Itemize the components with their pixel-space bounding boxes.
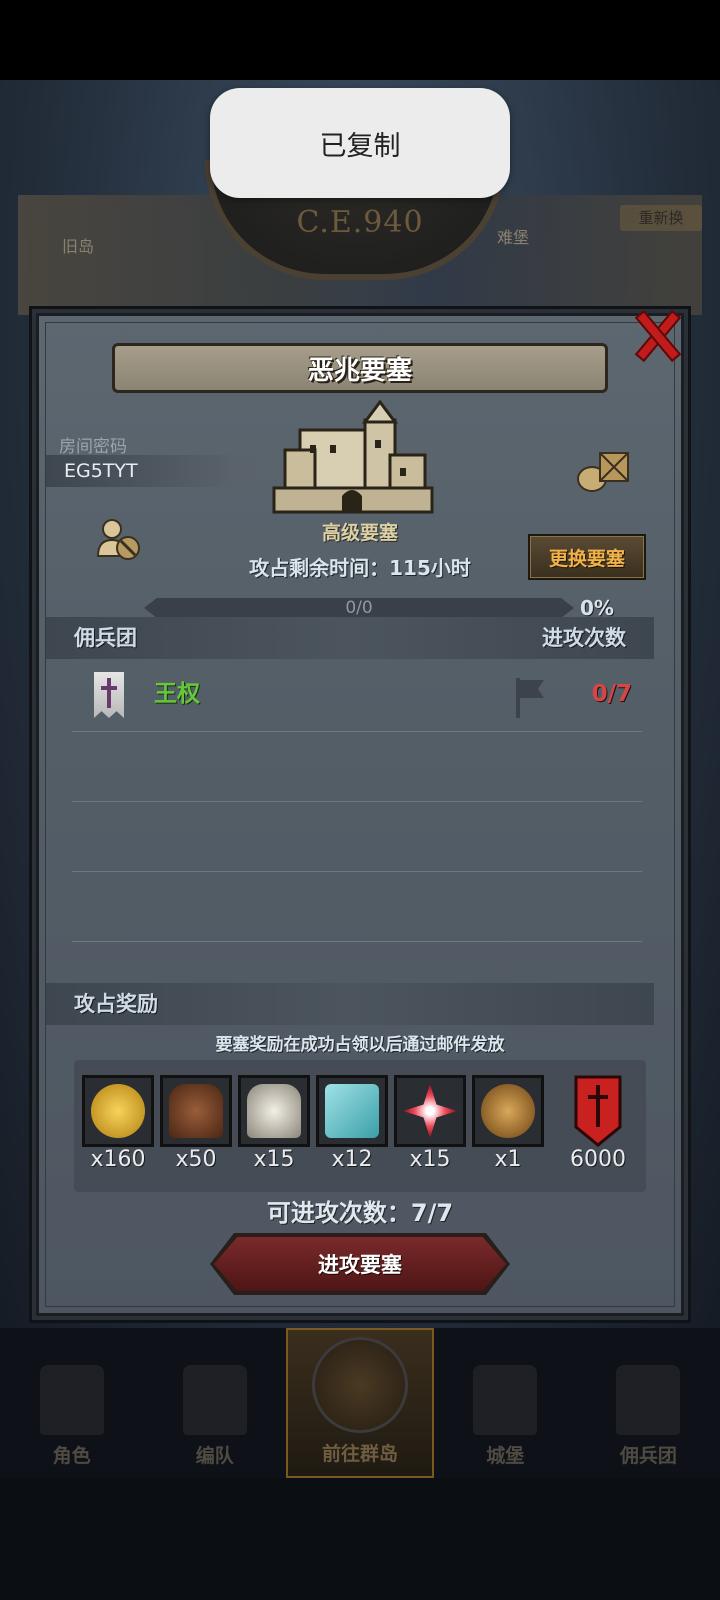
mercenary-attack-count: 0/7 — [591, 681, 632, 707]
mercenary-section-header: 佣兵团 进攻次数 — [46, 617, 654, 659]
attack-fortress-label: 进攻要塞 — [318, 1253, 402, 1277]
nav-label: 角色 — [52, 1445, 91, 1467]
background-left-label: 旧岛 — [62, 237, 95, 256]
compass-icon — [312, 1337, 408, 1433]
nav-label: 佣兵团 — [619, 1445, 677, 1467]
close-button[interactable] — [628, 305, 688, 363]
copied-toast: 已复制 — [210, 88, 510, 198]
nav-item-mercenary[interactable]: 佣兵团 — [577, 1328, 720, 1478]
reward-section-label: 攻占奖励 — [74, 992, 158, 1016]
supply-crate-icon[interactable] — [576, 447, 632, 493]
nav-label: 城堡 — [486, 1445, 525, 1467]
ship-icon — [616, 1365, 681, 1435]
game-screen: C.E.940 旧岛 难堡 重新换 角色 编队 前往群岛 城堡 佣兵团 恶兆要塞… — [0, 0, 720, 1600]
reward-item[interactable]: x50 — [160, 1075, 232, 1172]
attacks-remaining: 可进攻次数：7/7 — [266, 1199, 454, 1227]
castle-icon — [272, 400, 434, 514]
reward-item[interactable]: x15 — [238, 1075, 310, 1172]
capture-progress-text: 0/0 — [345, 598, 373, 618]
no-user-icon[interactable] — [96, 518, 142, 562]
white-horse-icon — [247, 1084, 301, 1138]
reward-item[interactable]: 6000 — [562, 1075, 634, 1172]
helmet-medal-icon — [481, 1084, 535, 1138]
formation-icon — [182, 1365, 247, 1435]
red-star-icon — [403, 1084, 457, 1138]
year-label: C.E.940 — [296, 205, 424, 240]
banner-cross-icon — [94, 672, 124, 718]
dialog-title-banner: 恶兆要塞 — [112, 343, 608, 393]
bottom-bar — [0, 1478, 720, 1600]
attack-fortress-button[interactable]: 进攻要塞 — [214, 1237, 506, 1291]
castle-nav-icon — [473, 1365, 538, 1435]
room-code[interactable]: EG5TYT — [64, 455, 138, 487]
reward-item[interactable]: x1 — [472, 1075, 544, 1172]
reward-quantity: x1 — [494, 1147, 522, 1172]
empty-row — [72, 872, 642, 942]
empty-row — [72, 802, 642, 872]
dialog-title: 恶兆要塞 — [307, 355, 412, 386]
change-fortress-label: 更换要塞 — [548, 547, 625, 570]
knight-icon — [39, 1365, 104, 1435]
attack-count-column-label: 进攻次数 — [542, 626, 626, 650]
cloth-roll-icon — [325, 1084, 379, 1138]
nav-item-character[interactable]: 角色 — [0, 1328, 143, 1478]
background-right-button: 重新换 — [620, 205, 702, 231]
mercenary-name: 王权 — [154, 681, 200, 707]
mercenary-column-label: 佣兵团 — [74, 626, 137, 650]
flag-icon — [516, 678, 544, 718]
nav-item-islands[interactable]: 前往群岛 — [286, 1328, 434, 1478]
gold-coin-icon — [91, 1084, 145, 1138]
background-right-label: 难堡 — [497, 228, 530, 247]
reward-section-header: 攻占奖励 — [46, 983, 654, 1025]
reward-item[interactable]: x160 — [82, 1075, 154, 1172]
bottom-nav: 角色 编队 前往群岛 城堡 佣兵团 — [0, 1328, 720, 1478]
empty-row — [72, 732, 642, 802]
mercenary-row[interactable]: 王权 0/7 — [72, 662, 642, 732]
change-fortress-button[interactable]: 更换要塞 — [528, 534, 646, 580]
reward-item[interactable]: x12 — [316, 1075, 388, 1172]
brown-horse-icon — [169, 1084, 223, 1138]
nav-item-formation[interactable]: 编队 — [143, 1328, 286, 1478]
toast-text: 已复制 — [319, 130, 401, 162]
reward-item[interactable]: x15 — [394, 1075, 466, 1172]
reward-note: 要塞奖励在成功占领以后通过邮件发放 — [215, 1035, 505, 1055]
nav-item-castle[interactable]: 城堡 — [434, 1328, 577, 1478]
reward-quantity: 6000 — [570, 1147, 626, 1172]
nav-label: 编队 — [195, 1445, 234, 1467]
red-sword-banner-icon — [574, 1075, 622, 1147]
room-code-label: 房间密码 — [59, 437, 127, 457]
nav-label: 前往群岛 — [322, 1443, 399, 1465]
